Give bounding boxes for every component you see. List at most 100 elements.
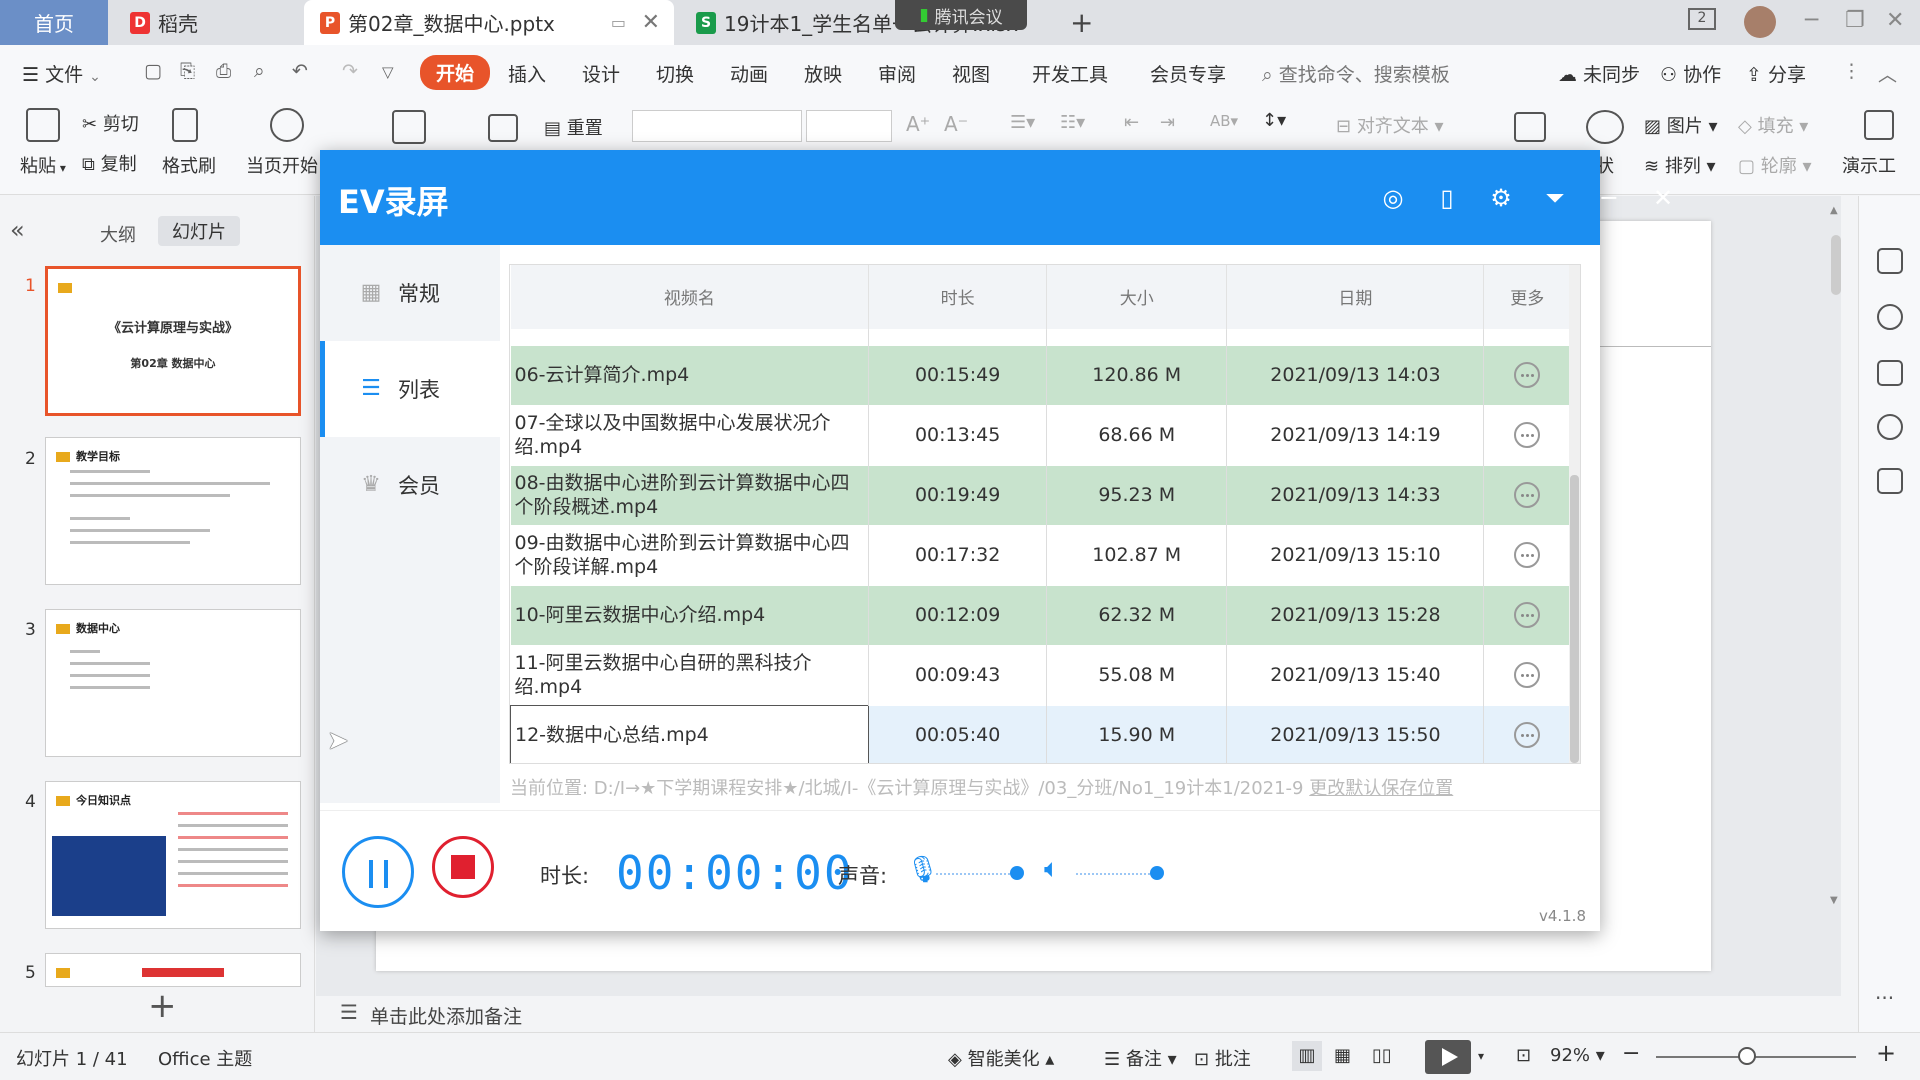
table-row[interactable]: 10-阿里云数据中心介绍.mp4 00:12:09 62.32 M 2021/0… — [510, 584, 1571, 645]
slide-thumbnail-5[interactable] — [45, 953, 301, 987]
arrange-button[interactable]: ≋ 排列 ▾ — [1644, 152, 1716, 178]
page-indicator[interactable]: 2 — [1688, 8, 1716, 30]
bullets-icon[interactable]: ☰▾ — [1010, 112, 1035, 133]
paste-button[interactable]: 粘贴 ▾ — [20, 152, 66, 178]
more-options-icon[interactable] — [1514, 422, 1541, 448]
tab-outline[interactable]: 大纲 — [100, 221, 136, 247]
format-painter-button[interactable]: 格式刷 — [162, 152, 216, 178]
table-row[interactable]: 11-阿里云数据中心自研的黑科技介绍.mp4 00:09:43 55.08 M … — [510, 644, 1571, 705]
add-slide-button[interactable]: + — [148, 986, 177, 1026]
dropdown-icon[interactable]: ⏷ — [1542, 185, 1568, 211]
fit-window-icon[interactable]: ⊡ — [1516, 1045, 1531, 1066]
more-icon[interactable]: ··· — [1875, 986, 1894, 1010]
sidebar-item-general[interactable]: ▦ 常规 — [320, 245, 500, 341]
comments-button[interactable]: ⊡ 批注 — [1194, 1045, 1251, 1071]
close-icon[interactable]: ✕ — [1650, 185, 1676, 211]
sync-button[interactable]: ☁ 未同步 — [1558, 60, 1640, 87]
menu-slideshow[interactable]: 放映 — [804, 60, 842, 87]
zoom-level[interactable]: 92% ▾ — [1550, 1045, 1605, 1066]
preview-icon[interactable]: ⌕ — [254, 60, 265, 82]
outline-button[interactable]: ▢ 轮廓 ▾ — [1738, 152, 1812, 178]
gear-icon[interactable]: ⚙ — [1488, 185, 1514, 211]
text-direction-icon[interactable]: AB▾ — [1210, 112, 1238, 130]
avatar[interactable] — [1744, 6, 1776, 38]
table-row[interactable]: 06-云计算简介.mp4 00:15:49 120.86 M 2021/09/1… — [510, 344, 1571, 405]
font-name-select[interactable] — [632, 110, 802, 142]
scroll-thumb[interactable] — [1831, 235, 1841, 295]
menu-switch[interactable]: 切换 — [656, 60, 694, 87]
slide-thumbnail-4[interactable]: 今日知识点 — [45, 781, 301, 929]
menu-animation[interactable]: 动画 — [730, 60, 768, 87]
cut-button[interactable]: ✂ 剪切 — [82, 110, 139, 136]
reset-button[interactable]: ▤ 重置 — [544, 114, 603, 140]
format-painter-icon[interactable] — [172, 108, 198, 142]
meeting-badge[interactable]: ▮ 腾讯会议 — [895, 0, 1027, 30]
minimize-icon[interactable]: ─ — [1596, 185, 1622, 211]
undo-icon[interactable]: ↶ — [292, 60, 308, 82]
indent-icon[interactable]: ⇥ — [1160, 112, 1175, 133]
speaker-icon[interactable]: 🔈︎ — [1044, 854, 1060, 885]
copy-button[interactable]: ⧉ 复制 — [82, 150, 137, 176]
slide-thumbnail-2[interactable]: 教学目标 — [45, 437, 301, 585]
tab-home[interactable]: 首页 — [0, 0, 108, 45]
menu-view[interactable]: 视图 — [952, 60, 990, 87]
pin-icon[interactable] — [1877, 304, 1903, 330]
new-tab-button[interactable]: + — [1070, 6, 1093, 39]
play-options-icon[interactable]: ▾ — [1478, 1049, 1484, 1063]
mic-volume-slider[interactable] — [936, 873, 1014, 875]
sidebar-item-member[interactable]: ♛ 会员 — [320, 437, 500, 533]
play-from-current-button[interactable]: 当页开始 — [246, 152, 318, 178]
monitor-icon[interactable]: ▭ — [611, 13, 626, 32]
collapse-ribbon-icon[interactable]: ︿ — [1878, 60, 1897, 87]
shapes-icon[interactable] — [1586, 110, 1624, 144]
table-row[interactable]: 08-由数据中心进阶到云计算数据中心四个阶段概述.mp4 00:19:49 95… — [510, 464, 1571, 525]
more-options-icon[interactable] — [1514, 542, 1541, 568]
stop-button[interactable] — [432, 836, 494, 898]
sidebar-item-list[interactable]: ☰ 列表 — [320, 341, 500, 437]
scroll-down-icon[interactable]: ▼ — [1830, 895, 1838, 906]
minimize-icon[interactable]: ─ — [1805, 8, 1818, 33]
more-options-icon[interactable] — [1514, 722, 1541, 749]
tab-slides[interactable]: 幻灯片 — [158, 216, 240, 246]
more-options-icon[interactable] — [1514, 482, 1541, 508]
menu-devtools[interactable]: 开发工具 — [1032, 60, 1108, 87]
menu-design[interactable]: 设计 — [582, 60, 620, 87]
quick-access-dropdown-icon[interactable]: ▽ — [382, 63, 394, 81]
properties-icon[interactable] — [1877, 248, 1903, 274]
tab-daoke[interactable]: D 稻壳 — [112, 0, 302, 45]
more-options-icon[interactable] — [1514, 602, 1541, 628]
column-header-size[interactable]: 大小 — [1046, 265, 1228, 329]
outdent-icon[interactable]: ⇤ — [1124, 112, 1139, 133]
font-size-select[interactable] — [806, 110, 892, 142]
pause-button[interactable] — [342, 836, 414, 908]
export-icon[interactable]: ⎘ — [180, 60, 195, 82]
picture-button[interactable]: ▨ 图片 ▾ — [1644, 112, 1718, 138]
beautify-button[interactable]: ◈ 智能美化 ▴ — [948, 1045, 1054, 1071]
speaker-volume-slider[interactable] — [1076, 873, 1154, 875]
theme-name[interactable]: Office 主题 — [158, 1045, 252, 1071]
phone-icon[interactable]: ▯ — [1434, 185, 1460, 211]
fill-button[interactable]: ◇ 填充 ▾ — [1738, 112, 1808, 138]
slides-icon[interactable] — [1877, 360, 1903, 386]
collapse-panel-icon[interactable]: « — [10, 216, 25, 244]
column-header-date[interactable]: 日期 — [1226, 265, 1485, 329]
more-options-icon[interactable] — [1514, 662, 1541, 688]
table-row[interactable]: 07-全球以及中国数据中心发展状况介绍.mp4 00:13:45 68.66 M… — [510, 404, 1571, 465]
print-icon[interactable]: ⎙ — [216, 60, 231, 82]
microphone-icon[interactable]: 🎙︎ — [906, 855, 939, 885]
list-scroll-thumb[interactable] — [1570, 475, 1579, 763]
more-options-icon[interactable]: ⋮ — [1842, 60, 1861, 82]
shrink-font-icon[interactable]: A⁻ — [944, 112, 968, 136]
presentation-tool-icon[interactable] — [1864, 110, 1894, 140]
save-icon[interactable]: ▢ — [144, 60, 162, 82]
speaker-volume-knob[interactable] — [1150, 866, 1164, 880]
normal-view-icon[interactable]: ▥ — [1292, 1041, 1322, 1071]
command-search[interactable]: ⌕ 查找命令、搜索模板 — [1262, 60, 1450, 87]
line-spacing-icon[interactable]: ↕▾ — [1262, 110, 1286, 131]
column-header-name[interactable]: 视频名 — [510, 265, 870, 329]
grid-view-icon[interactable]: ▦ — [1334, 1045, 1351, 1066]
column-header-duration[interactable]: 时长 — [868, 265, 1048, 329]
slide-thumbnail-1[interactable]: 《云计算原理与实战》 第02章 数据中心 — [45, 266, 301, 416]
share-button[interactable]: ⇪ 分享 — [1746, 60, 1806, 87]
reading-view-icon[interactable]: ▯▯ — [1372, 1045, 1392, 1066]
